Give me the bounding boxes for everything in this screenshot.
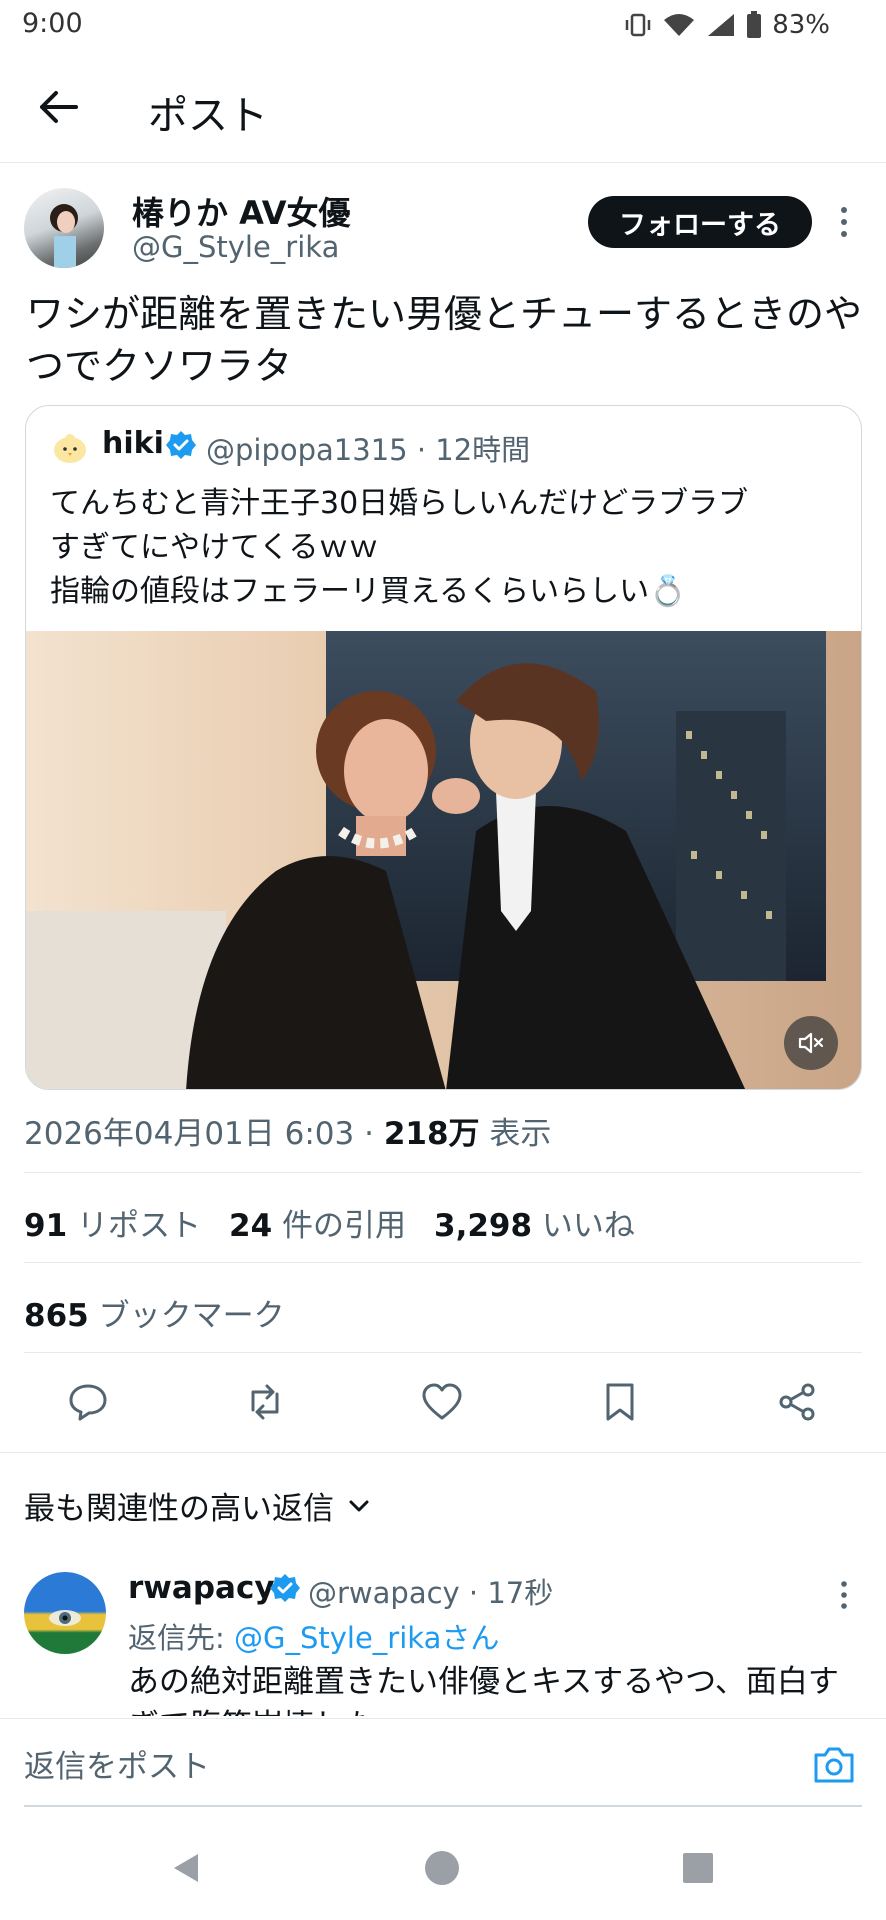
more-options-icon[interactable] bbox=[836, 202, 852, 242]
author-handle[interactable]: @G_Style_rika bbox=[132, 230, 339, 264]
share-icon[interactable] bbox=[775, 1380, 819, 1424]
divider bbox=[0, 1452, 886, 1453]
quoted-text-line: 指輪の値段はフェラーリ買えるくらいらしい💍 bbox=[50, 574, 687, 609]
nav-back-icon[interactable] bbox=[168, 1850, 204, 1886]
reply-author-name[interactable]: rwapacy bbox=[128, 1570, 275, 1606]
back-arrow-icon[interactable] bbox=[36, 85, 80, 129]
top-app-bar: ポスト bbox=[0, 55, 886, 163]
divider bbox=[24, 1262, 862, 1263]
repost-icon[interactable] bbox=[243, 1380, 287, 1424]
author-name[interactable]: 椿りか AV女優 bbox=[132, 188, 351, 234]
bookmark-icon[interactable] bbox=[598, 1380, 642, 1424]
post-timestamp-views: 2026年04月01日 6:03 · 218万 表示 bbox=[24, 1108, 551, 1153]
speaker-muted-icon bbox=[798, 1032, 824, 1054]
status-bar: 9:00 83% bbox=[0, 0, 886, 50]
reply-compose-bar: 返信をポスト bbox=[0, 1718, 886, 1810]
quotes-stat[interactable]: 24 件の引用 bbox=[229, 1200, 406, 1245]
bookmarks-count: 865 bbox=[24, 1298, 89, 1334]
reply-sort-label: 最も関連性の高い返信 bbox=[24, 1491, 334, 1527]
more-options-icon[interactable] bbox=[836, 1578, 852, 1612]
likes-stat[interactable]: 3,298 いいね bbox=[434, 1200, 635, 1245]
bookmarks-stat[interactable]: 865 ブックマーク bbox=[24, 1290, 285, 1335]
reposts-stat[interactable]: 91 リポスト bbox=[24, 1200, 201, 1245]
reply-avatar[interactable] bbox=[24, 1572, 106, 1654]
follow-button[interactable]: フォローする bbox=[588, 196, 812, 248]
reposts-label: リポスト bbox=[67, 1208, 201, 1244]
reply-icon[interactable] bbox=[66, 1380, 110, 1424]
video-frame bbox=[26, 631, 861, 1089]
verified-badge-icon bbox=[166, 431, 196, 459]
engagement-stats: 91 リポスト 24 件の引用 3,298 いいね bbox=[24, 1200, 635, 1245]
chevron-down-icon bbox=[349, 1500, 369, 1511]
reply-to: 返信先: @G_Style_rikaさん bbox=[128, 1615, 499, 1657]
divider bbox=[24, 1172, 862, 1173]
quoted-post[interactable]: hiki @pipopa1315 · 12時間 てんちむと青汁王子30日婚らしい… bbox=[25, 405, 862, 1090]
page-title: ポスト bbox=[148, 93, 268, 139]
camera-icon[interactable] bbox=[812, 1745, 856, 1785]
views-label: 表示 bbox=[479, 1116, 552, 1152]
post-timestamp: 2026年04月01日 6:03 · bbox=[24, 1116, 384, 1152]
views-count: 218万 bbox=[383, 1116, 480, 1152]
status-time: 9:00 bbox=[22, 8, 83, 39]
mute-button[interactable] bbox=[784, 1016, 838, 1070]
divider bbox=[24, 1352, 862, 1353]
quoted-handle-time: @pipopa1315 · 12時間 bbox=[206, 433, 531, 467]
battery-icon bbox=[747, 11, 762, 38]
author-avatar[interactable] bbox=[24, 188, 104, 268]
reply-to-prefix: 返信先: bbox=[128, 1621, 234, 1655]
nav-recents-icon[interactable] bbox=[682, 1852, 714, 1884]
action-bar bbox=[0, 1372, 886, 1432]
cell-signal-icon bbox=[708, 14, 735, 36]
reply-handle-time: @rwapacy · 17秒 bbox=[308, 1576, 554, 1610]
wifi-icon bbox=[664, 14, 695, 36]
likes-count: 3,298 bbox=[434, 1208, 533, 1244]
quotes-label: 件の引用 bbox=[272, 1208, 406, 1244]
reposts-count: 91 bbox=[24, 1208, 68, 1244]
nav-home-icon[interactable] bbox=[424, 1850, 460, 1886]
bookmarks-label: ブックマーク bbox=[88, 1298, 285, 1334]
compose-underline bbox=[24, 1805, 862, 1807]
system-nav-bar bbox=[0, 1812, 886, 1920]
quoted-text-line: すぎてにやけてくるｗｗ bbox=[50, 530, 379, 565]
battery-percent: 83% bbox=[772, 10, 830, 40]
reply-sort-dropdown[interactable]: 最も関連性の高い返信 bbox=[24, 1483, 370, 1528]
reply-input[interactable]: 返信をポスト bbox=[24, 1741, 210, 1786]
post-text: ワシが距離を置きたい男優とチューするときのやつでクソワラタ bbox=[26, 292, 863, 388]
chick-avatar-icon bbox=[54, 434, 86, 463]
quoted-video[interactable] bbox=[26, 631, 861, 1089]
reply-to-handle[interactable]: @G_Style_rikaさん bbox=[234, 1621, 499, 1655]
reply-text: あの絶対距離置きたい俳優とキスするやつ、面白すぎて腹筋崩壊した bbox=[128, 1664, 839, 1716]
quotes-count: 24 bbox=[229, 1208, 273, 1244]
verified-badge-icon bbox=[270, 1574, 300, 1602]
quoted-author-name: hiki bbox=[102, 426, 164, 461]
status-icons: 83% bbox=[624, 10, 830, 40]
vibrate-icon bbox=[625, 13, 651, 37]
quoted-text: てんちむと青汁王子30日婚らしいんだけどラブラブ すぎてにやけてくるｗｗ 指輪の… bbox=[50, 482, 840, 614]
like-heart-icon[interactable] bbox=[420, 1380, 464, 1424]
quoted-text-line: てんちむと青汁王子30日婚らしいんだけどラブラブ bbox=[50, 486, 749, 521]
likes-label: いいね bbox=[532, 1208, 635, 1244]
